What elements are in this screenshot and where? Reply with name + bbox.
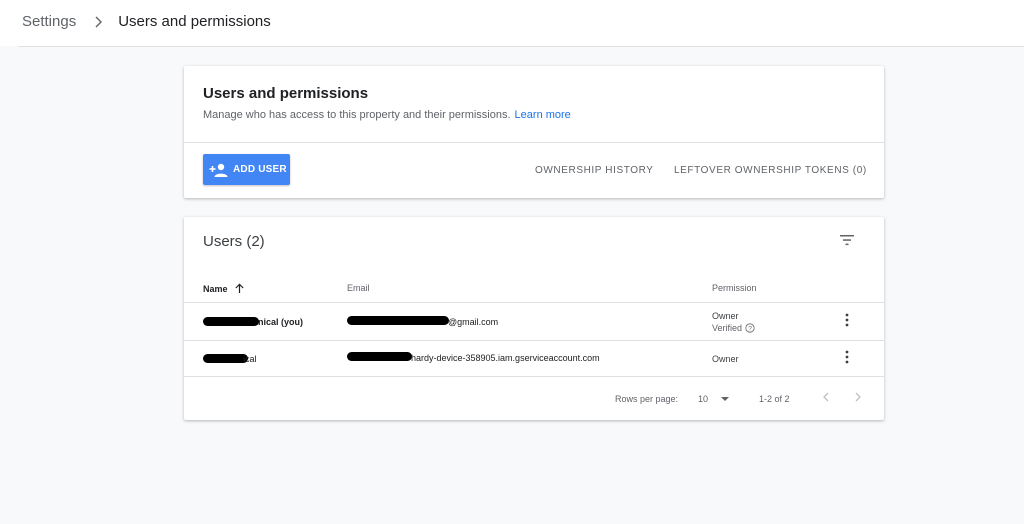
divider [18, 46, 1024, 47]
chevron-right-icon[interactable] [852, 391, 864, 403]
redaction-mark [347, 316, 449, 325]
divider [184, 302, 884, 303]
user-name: ical [243, 354, 257, 364]
divider [184, 340, 884, 341]
user-email: @gmail.com [448, 317, 499, 327]
user-permission: Owner [712, 311, 739, 321]
more-vert-icon[interactable] [843, 350, 851, 364]
top-bar: Settings Users and permissions [0, 0, 1024, 46]
user-name: nical (you) [258, 317, 304, 327]
redaction-mark [203, 354, 248, 363]
users-title: Users (2) [203, 233, 265, 250]
user-email: hardy-device-358905.iam.gserviceaccount.… [411, 353, 600, 363]
chevron-right-icon [95, 16, 103, 27]
help-circle-icon[interactable]: ? [745, 323, 755, 333]
column-header-permission: Permission [712, 283, 757, 293]
divider [184, 142, 884, 143]
filter-icon[interactable] [839, 232, 855, 248]
page-subtitle: Manage who has access to this property a… [203, 109, 571, 121]
sort-arrow-up-icon [234, 283, 244, 293]
verified-label: Verified [712, 323, 743, 333]
subtitle-text: Manage who has access to this property a… [203, 109, 511, 121]
add-user-button[interactable]: ADD USER [203, 154, 290, 185]
users-card: Users (2) Name Email Permission nical (y… [184, 217, 884, 420]
breadcrumb-settings[interactable]: Settings [22, 13, 76, 30]
column-name-label: Name [203, 283, 228, 294]
breadcrumb-current: Users and permissions [118, 13, 271, 30]
user-permission: Owner [712, 354, 739, 364]
rows-per-page-label: Rows per page: [615, 394, 679, 404]
rows-per-page-select[interactable]: 10 [698, 394, 730, 404]
breadcrumb: Settings Users and permissions [22, 13, 271, 30]
svg-text:?: ? [748, 325, 752, 332]
chevron-left-icon[interactable] [820, 391, 832, 403]
ownership-history-button[interactable]: OWNERSHIP HISTORY [535, 165, 654, 176]
add-person-icon [209, 163, 228, 177]
leftover-ownership-tokens-button[interactable]: LEFTOVER OWNERSHIP TOKENS (0) [674, 165, 867, 176]
page-title: Users and permissions [203, 85, 369, 102]
more-vert-icon[interactable] [843, 313, 851, 327]
rows-per-page-value: 10 [698, 394, 709, 404]
verified-status: Verified ? [712, 323, 755, 333]
column-header-name[interactable]: Name [203, 283, 245, 294]
column-header-email: Email [347, 283, 370, 293]
dropdown-arrow-icon [721, 397, 730, 401]
add-user-label: ADD USER [233, 164, 287, 175]
permissions-header-card: Users and permissions Manage who has acc… [184, 66, 884, 198]
learn-more-link[interactable]: Learn more [515, 109, 571, 121]
pagination-range: 1-2 of 2 [759, 394, 790, 404]
divider [184, 376, 884, 377]
redaction-mark [347, 352, 412, 361]
redaction-mark [203, 317, 259, 326]
